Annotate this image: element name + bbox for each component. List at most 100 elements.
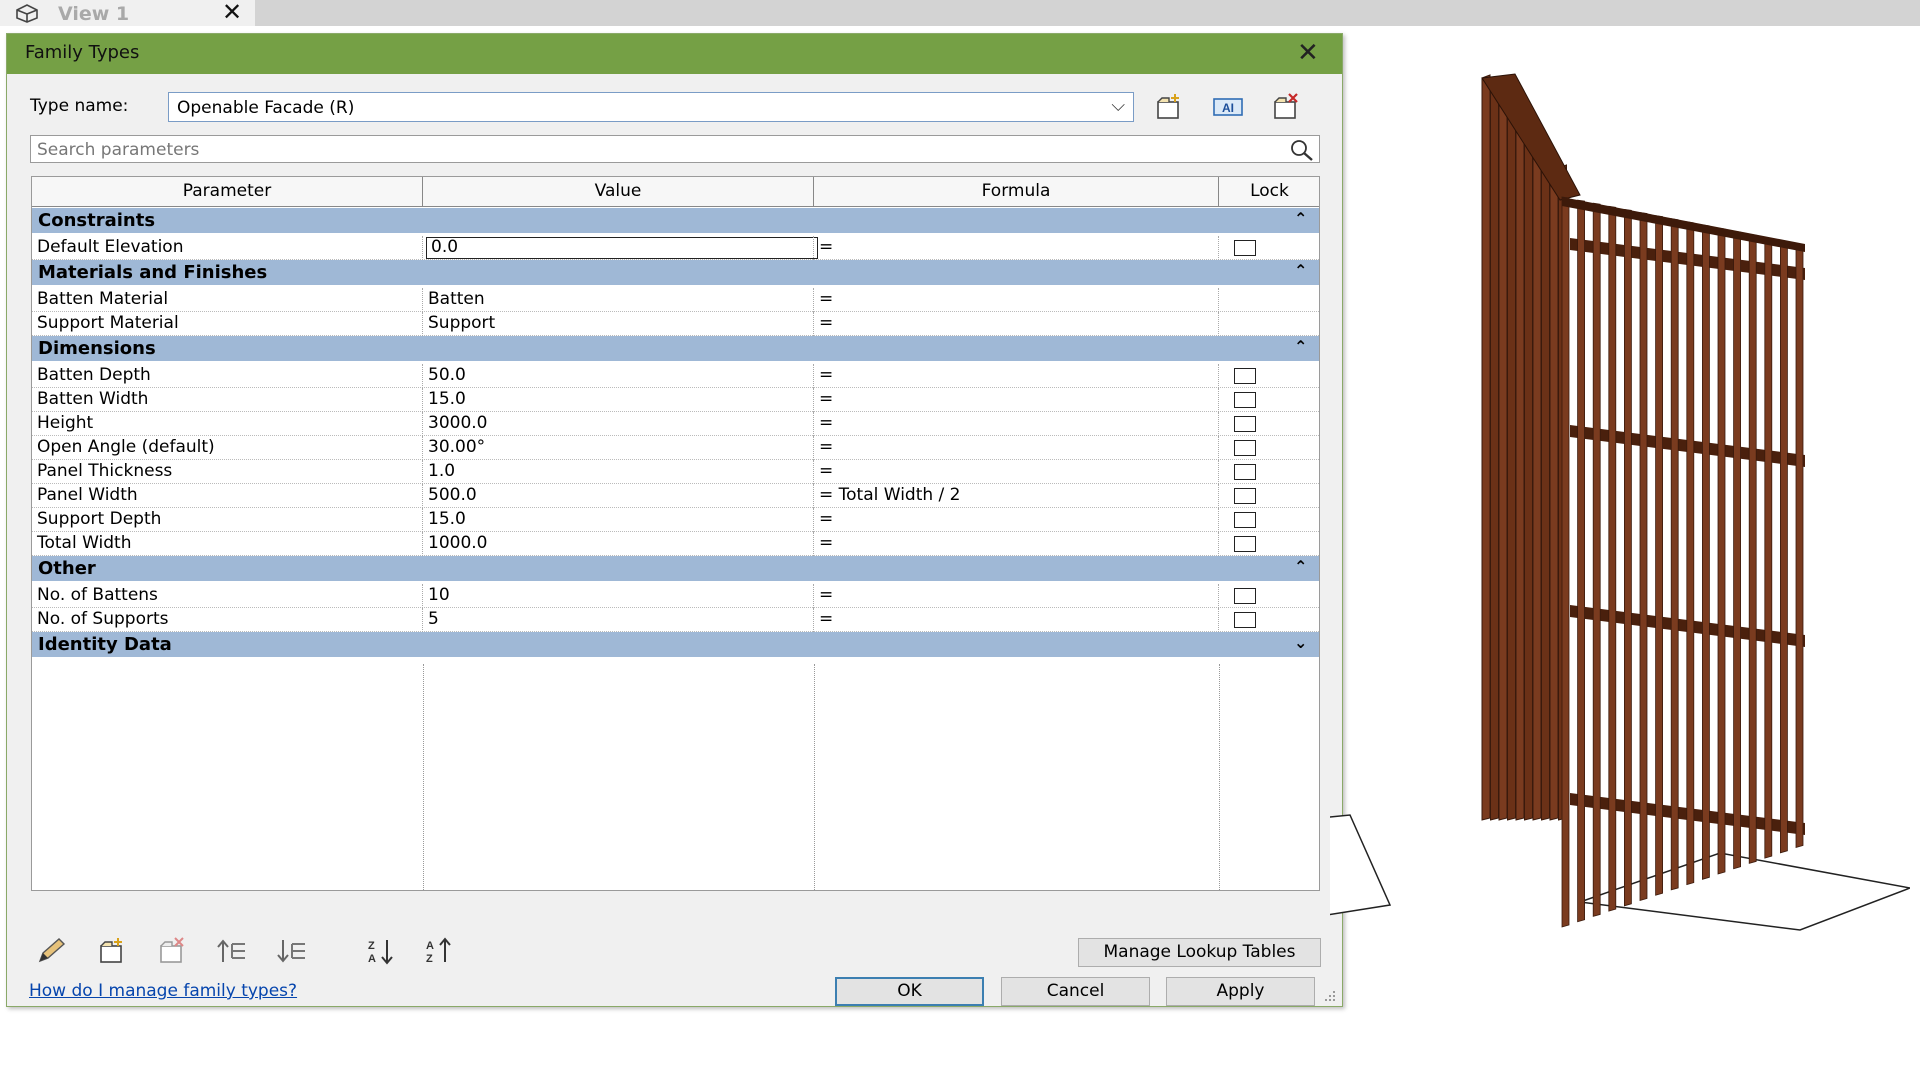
parameter-name[interactable]: Panel Thickness xyxy=(32,460,423,484)
cancel-button[interactable]: Cancel xyxy=(1001,977,1150,1006)
rename-type-icon[interactable]: AI xyxy=(1212,92,1244,122)
parameter-name[interactable]: Support Material xyxy=(32,312,423,336)
value-cell[interactable]: 3000.0 xyxy=(423,412,814,436)
lock-checkbox[interactable] xyxy=(1234,612,1256,628)
parameter-name[interactable]: Support Depth xyxy=(32,508,423,532)
lock-checkbox[interactable] xyxy=(1234,240,1256,256)
view-tab-strip xyxy=(0,0,1920,26)
column-header-value[interactable]: Value xyxy=(423,177,814,207)
dialog-close-icon[interactable]: ✕ xyxy=(1297,38,1319,68)
facade-3d-preview xyxy=(1330,73,1910,931)
group-header[interactable]: Other ⌃ xyxy=(32,556,1319,581)
edit-parameter-icon[interactable] xyxy=(35,936,69,966)
formula-cell[interactable]: = xyxy=(814,608,1219,632)
parameter-name[interactable]: No. of Supports xyxy=(32,608,423,632)
formula-cell[interactable]: = xyxy=(814,388,1219,412)
formula-cell[interactable]: = xyxy=(814,412,1219,436)
group-header[interactable]: Dimensions ⌃ xyxy=(32,336,1319,361)
svg-text:A: A xyxy=(426,940,434,952)
search-icon[interactable] xyxy=(1289,138,1315,162)
lock-checkbox[interactable] xyxy=(1234,368,1256,384)
apply-button[interactable]: Apply xyxy=(1166,977,1315,1006)
batten-vertical xyxy=(1764,236,1773,859)
lock-checkbox[interactable] xyxy=(1234,440,1256,456)
batten-vertical xyxy=(1608,205,1617,912)
parameter-name[interactable]: Panel Width xyxy=(32,484,423,508)
type-name-value: Openable Facade (R) xyxy=(177,98,355,118)
ok-button[interactable]: OK xyxy=(835,977,984,1006)
parameter-name[interactable]: Total Width xyxy=(32,532,423,556)
expand-icon[interactable]: ⌄ xyxy=(1294,633,1307,652)
value-cell[interactable]: 30.00° xyxy=(423,436,814,460)
delete-type-icon[interactable] xyxy=(1270,92,1302,122)
value-cell[interactable]: 500.0 xyxy=(423,484,814,508)
delete-parameter-icon[interactable] xyxy=(155,936,189,966)
formula-cell[interactable]: = xyxy=(814,532,1219,556)
manage-lookup-tables-button[interactable]: Manage Lookup Tables xyxy=(1078,938,1321,967)
value-cell[interactable]: 15.0 xyxy=(423,508,814,532)
table-row: Open Angle (default) 30.00° = xyxy=(32,436,1319,460)
view-tab-label: View 1 xyxy=(58,3,130,25)
type-name-dropdown[interactable]: Openable Facade (R) ⌵ xyxy=(168,92,1134,122)
column-header-formula[interactable]: Formula xyxy=(814,177,1219,207)
formula-cell[interactable]: = Total Width / 2 xyxy=(814,484,1219,508)
new-parameter-icon[interactable] xyxy=(95,936,129,966)
batten-angled xyxy=(1481,74,1491,821)
view-tab[interactable]: View 1 ✕ xyxy=(0,0,255,26)
parameter-name[interactable]: Default Elevation xyxy=(32,236,423,260)
parameter-name[interactable]: Height xyxy=(32,412,423,436)
new-type-icon[interactable] xyxy=(1153,92,1185,122)
parameter-name[interactable]: Open Angle (default) xyxy=(32,436,423,460)
move-up-icon[interactable] xyxy=(215,936,249,966)
formula-cell[interactable]: = xyxy=(814,236,1219,260)
lock-checkbox[interactable] xyxy=(1234,488,1256,504)
collapse-icon[interactable]: ⌃ xyxy=(1294,337,1307,356)
column-header-lock[interactable]: Lock xyxy=(1219,177,1319,207)
lock-checkbox[interactable] xyxy=(1234,464,1256,480)
chevron-down-icon: ⌵ xyxy=(1111,95,1125,116)
column-separator xyxy=(1219,664,1220,890)
value-cell[interactable]: Batten xyxy=(423,288,814,312)
lock-checkbox[interactable] xyxy=(1234,536,1256,552)
value-cell[interactable]: 1000.0 xyxy=(423,532,814,556)
group-header[interactable]: Constraints ⌃ xyxy=(32,208,1319,233)
column-header-parameter[interactable]: Parameter xyxy=(32,177,423,207)
dialog-title: Family Types xyxy=(25,42,140,63)
help-link[interactable]: How do I manage family types? xyxy=(29,981,297,1001)
sort-descending-icon[interactable]: A Z xyxy=(423,936,457,966)
formula-cell[interactable]: = xyxy=(814,436,1219,460)
parameter-name[interactable]: Batten Material xyxy=(32,288,423,312)
parameter-name[interactable]: Batten Width xyxy=(32,388,423,412)
move-down-icon[interactable] xyxy=(275,936,309,966)
value-cell[interactable] xyxy=(423,236,814,260)
value-cell[interactable]: 10 xyxy=(423,584,814,608)
batten-angled xyxy=(1515,114,1525,821)
lock-checkbox[interactable] xyxy=(1234,588,1256,604)
collapse-icon[interactable]: ⌃ xyxy=(1294,261,1307,280)
lock-checkbox[interactable] xyxy=(1234,512,1256,528)
formula-cell[interactable]: = xyxy=(814,312,1219,336)
parameter-name[interactable]: Batten Depth xyxy=(32,364,423,388)
search-parameters-input[interactable]: Search parameters xyxy=(30,135,1320,163)
value-cell[interactable]: 15.0 xyxy=(423,388,814,412)
formula-cell[interactable]: = xyxy=(814,508,1219,532)
value-cell[interactable]: 1.0 xyxy=(423,460,814,484)
formula-cell[interactable]: = xyxy=(814,364,1219,388)
table-row: Batten Depth 50.0 = xyxy=(32,364,1319,388)
group-header[interactable]: Materials and Finishes ⌃ xyxy=(32,260,1319,285)
formula-cell[interactable]: = xyxy=(814,460,1219,484)
value-cell[interactable]: Support xyxy=(423,312,814,336)
group-header[interactable]: Identity Data ⌄ xyxy=(32,632,1319,657)
lock-checkbox[interactable] xyxy=(1234,392,1256,408)
close-view-icon[interactable]: ✕ xyxy=(222,0,242,26)
batten-angled xyxy=(1541,144,1550,821)
sort-ascending-icon[interactable]: Z A xyxy=(365,936,399,966)
collapse-icon[interactable]: ⌃ xyxy=(1294,209,1307,228)
value-cell[interactable]: 5 xyxy=(423,608,814,632)
formula-cell[interactable]: = xyxy=(814,288,1219,312)
value-cell[interactable]: 50.0 xyxy=(423,364,814,388)
formula-cell[interactable]: = xyxy=(814,584,1219,608)
lock-checkbox[interactable] xyxy=(1234,416,1256,432)
parameter-name[interactable]: No. of Battens xyxy=(32,584,423,608)
collapse-icon[interactable]: ⌃ xyxy=(1294,557,1307,576)
